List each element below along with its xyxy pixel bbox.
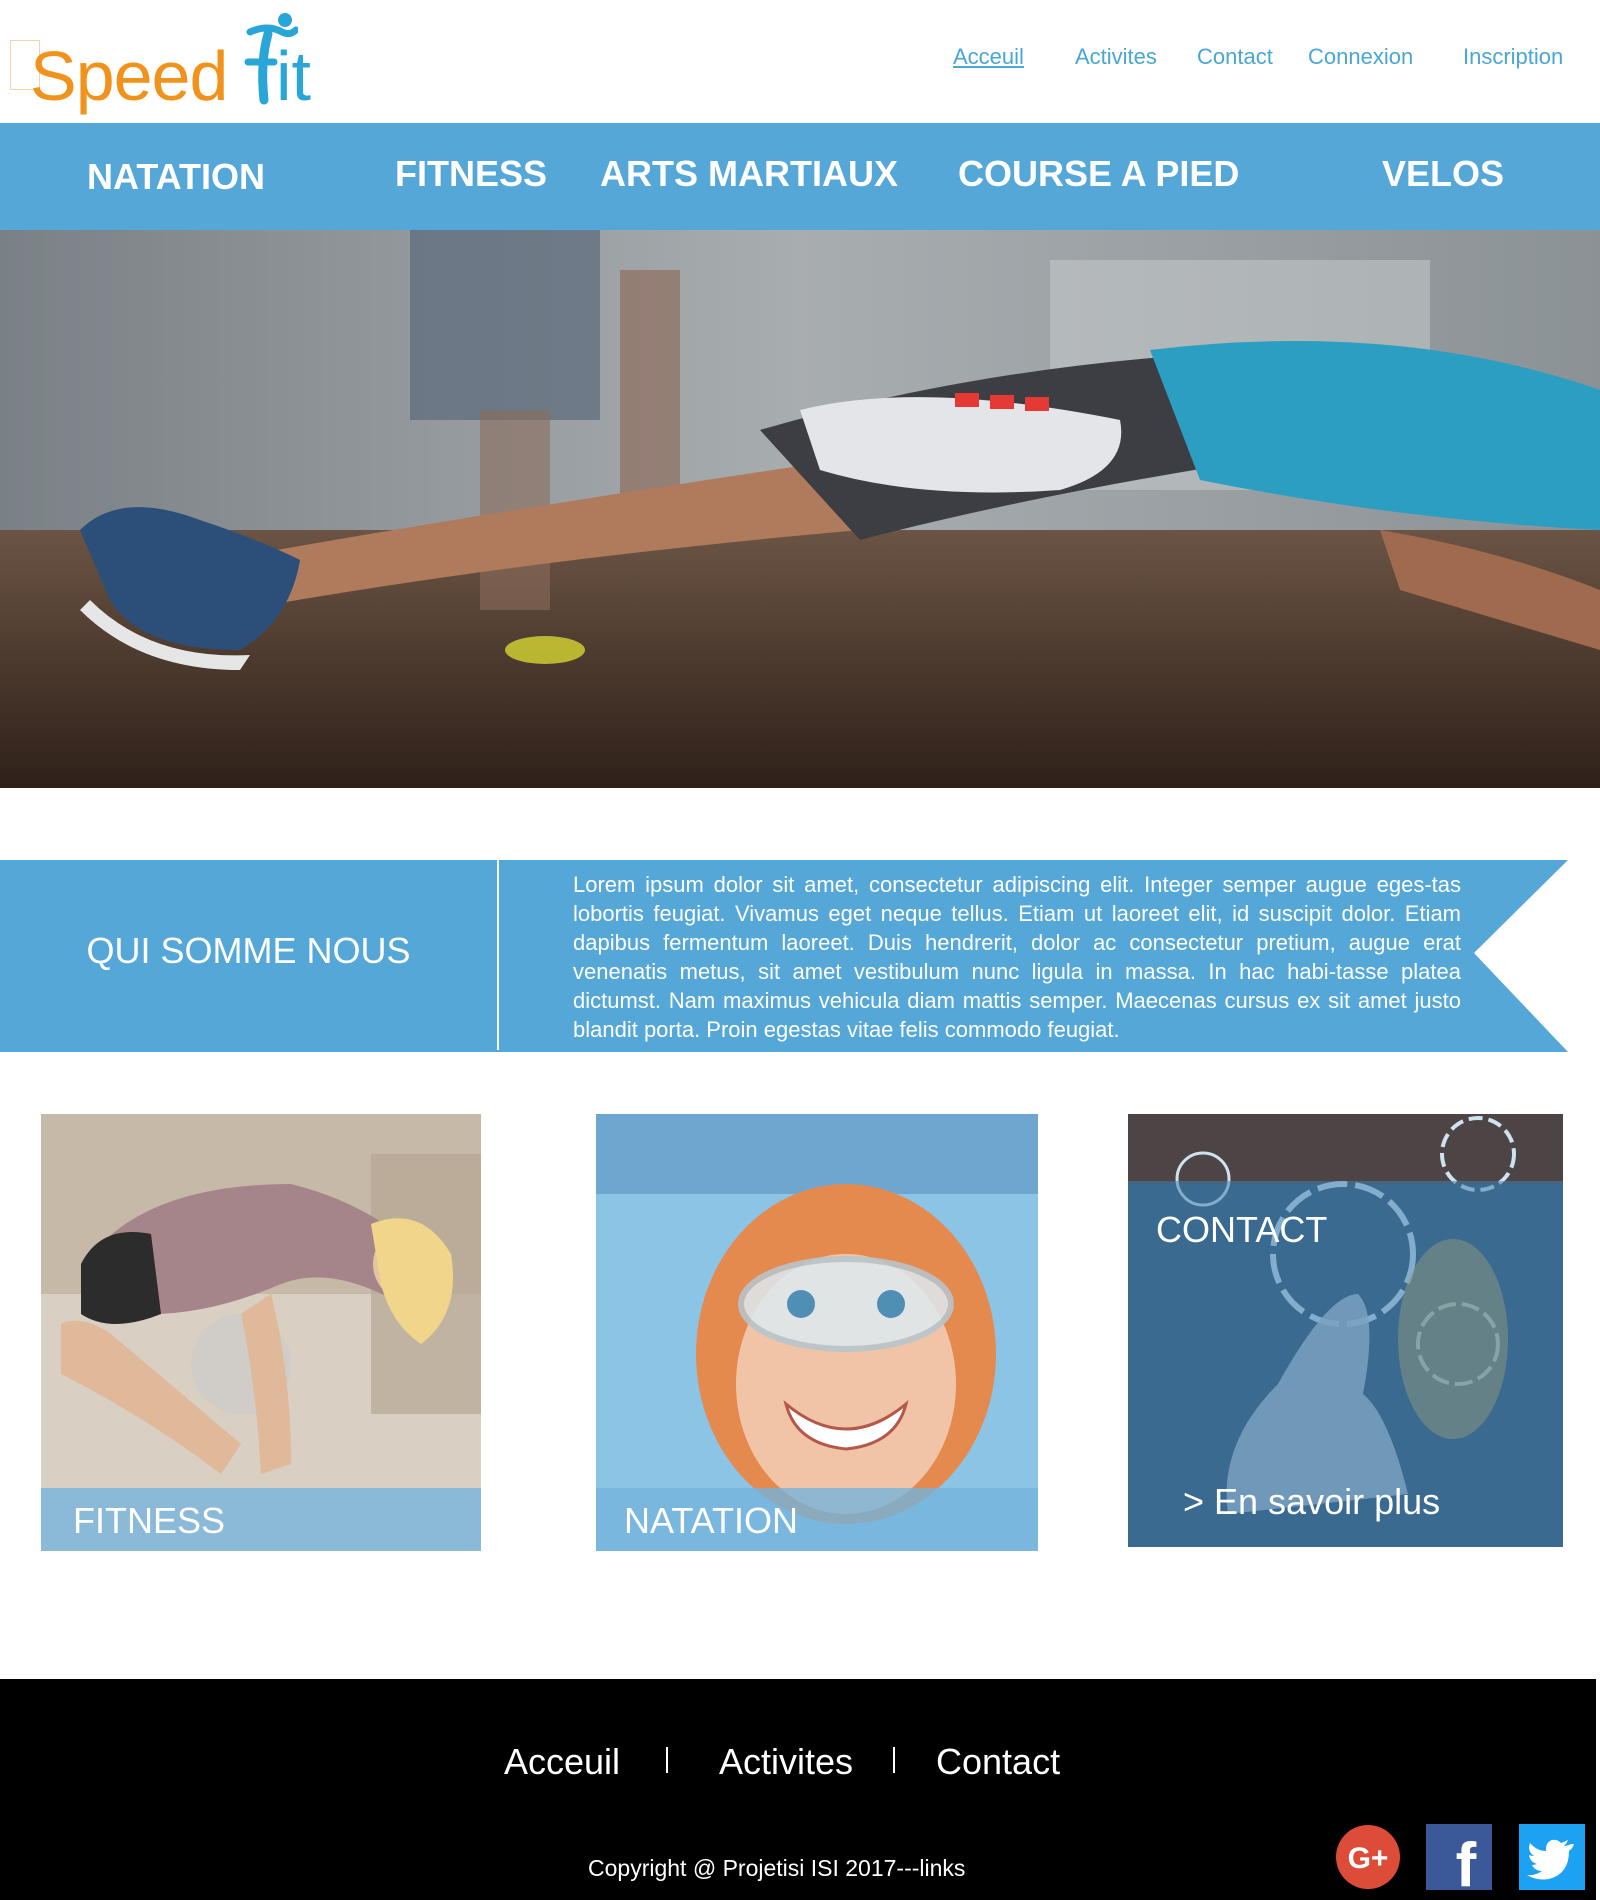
card-natation[interactable]: NATATION	[596, 1114, 1038, 1551]
about-title: QUI SOMME NOUS	[86, 930, 411, 971]
card-label-contact: CONTACT	[1156, 1209, 1328, 1250]
about-section: QUI SOMME NOUS Lorem ipsum dolor sit ame…	[0, 860, 1568, 1052]
top-navigation: Acceuil Activites Contact Connexion Insc…	[0, 44, 1600, 74]
category-natation[interactable]: NATATION	[87, 156, 265, 198]
footer-separator	[666, 1747, 668, 1773]
hero-illustration	[0, 230, 1600, 788]
footer-link-acceuil[interactable]: Acceuil	[504, 1741, 620, 1783]
card-fitness[interactable]: FITNESS	[41, 1114, 481, 1551]
read-more-link[interactable]: > En savoir plus	[1183, 1481, 1440, 1523]
footer-separator	[893, 1747, 895, 1773]
category-fitness[interactable]: FITNESS	[395, 153, 547, 195]
twitter-icon[interactable]	[1519, 1824, 1585, 1890]
footer-link-contact[interactable]: Contact	[936, 1741, 1060, 1783]
card-contact[interactable]: CONTACT > En savoir plus	[1128, 1114, 1563, 1547]
category-bar: NATATION FITNESS ARTS MARTIAUX COURSE A …	[0, 123, 1600, 230]
nav-link-contact[interactable]: Contact	[1197, 44, 1273, 70]
facebook-icon[interactable]: f	[1426, 1824, 1492, 1900]
google-plus-icon[interactable]: G+	[1335, 1824, 1401, 1890]
card-caption: FITNESS	[41, 1488, 481, 1551]
card-label-fitness: FITNESS	[73, 1500, 226, 1541]
nav-link-activites[interactable]: Activites	[1075, 44, 1157, 70]
svg-text:G+: G+	[1348, 1842, 1389, 1875]
fitness-photo	[41, 1114, 481, 1551]
site-header: Speed it Acceuil Activites Contact Conne…	[0, 0, 1600, 123]
natation-photo	[596, 1114, 1038, 1551]
about-text: Lorem ipsum dolor sit amet, consectetur …	[573, 872, 1461, 1042]
copyright-text: Copyright @ Projetisi ISI 2017---links	[588, 1855, 966, 1881]
category-course-a-pied[interactable]: COURSE A PIED	[958, 153, 1239, 195]
footer-link-activites[interactable]: Activites	[719, 1741, 853, 1783]
nav-link-connexion[interactable]: Connexion	[1308, 44, 1413, 70]
category-arts-martiaux[interactable]: ARTS MARTIAUX	[600, 153, 898, 195]
nav-link-inscription[interactable]: Inscription	[1463, 44, 1563, 70]
card-caption: NATATION	[596, 1488, 1038, 1551]
about-divider	[497, 860, 499, 1050]
category-velos[interactable]: VELOS	[1382, 153, 1504, 195]
hero-image	[0, 230, 1600, 788]
footer-navigation: Acceuil Activites Contact	[0, 1741, 1596, 1791]
svg-text:f: f	[1456, 1831, 1477, 1890]
site-footer: Acceuil Activites Contact Copyright @ Pr…	[0, 1679, 1596, 1900]
nav-link-acceuil[interactable]: Acceuil	[953, 44, 1024, 70]
card-label-natation: NATATION	[624, 1500, 798, 1541]
